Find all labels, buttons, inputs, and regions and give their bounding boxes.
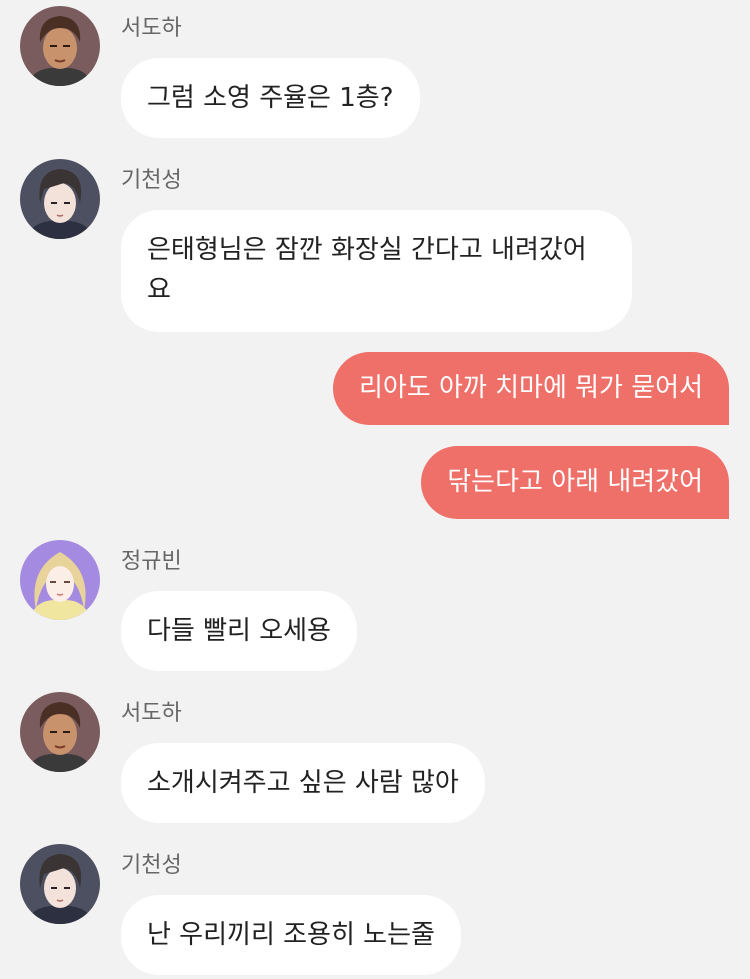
chat-area: 서도하 그럼 소영 주율은 1층? 기천성 은태형님은 잠깐 화장실 간다고 내…: [0, 0, 750, 979]
gicheonseong-avatar[interactable]: [20, 844, 100, 924]
sender-name: 정규빈: [121, 549, 182, 574]
jeonggyubin-avatar[interactable]: [20, 540, 100, 620]
sender-name: 서도하: [121, 701, 182, 726]
seodoha-avatar[interactable]: [20, 6, 100, 86]
message-text: 그럼 소영 주율은 1층?: [147, 83, 394, 113]
seodoha-avatar[interactable]: [20, 692, 100, 772]
message-bubble-incoming: 은태형님은 잠깐 화장실 간다고 내려갔어 요: [121, 210, 632, 332]
sender-name: 기천성: [121, 853, 182, 878]
message-bubble-outgoing: 닦는다고 아래 내려갔어: [421, 446, 729, 519]
message-bubble-incoming: 소개시켜주고 싶은 사람 많아: [121, 743, 485, 823]
message-bubble-incoming: 난 우리끼리 조용히 노는줄: [121, 895, 461, 975]
message-bubble-outgoing: 리아도 아까 치마에 뭐가 묻어서: [332, 352, 729, 425]
message-text: 리아도 아까 치마에 뭐가 묻어서: [358, 373, 703, 403]
message-text: 소개시켜주고 싶은 사람 많아: [147, 768, 459, 798]
message-text-line: 요: [147, 275, 171, 305]
message-bubble-incoming: 그럼 소영 주율은 1층?: [121, 58, 420, 138]
gicheonseong-avatar[interactable]: [20, 159, 100, 239]
sender-name: 기천성: [121, 168, 182, 193]
message-text-line: 은태형님은 잠깐 화장실 간다고 내려갔어: [147, 235, 587, 265]
message-text: 닦는다고 아래 내려갔어: [447, 467, 703, 497]
sender-name: 서도하: [121, 16, 182, 41]
message-text: 난 우리끼리 조용히 노는줄: [147, 920, 435, 950]
message-bubble-incoming: 다들 빨리 오세용: [121, 591, 357, 671]
message-text: 다들 빨리 오세용: [147, 616, 331, 646]
